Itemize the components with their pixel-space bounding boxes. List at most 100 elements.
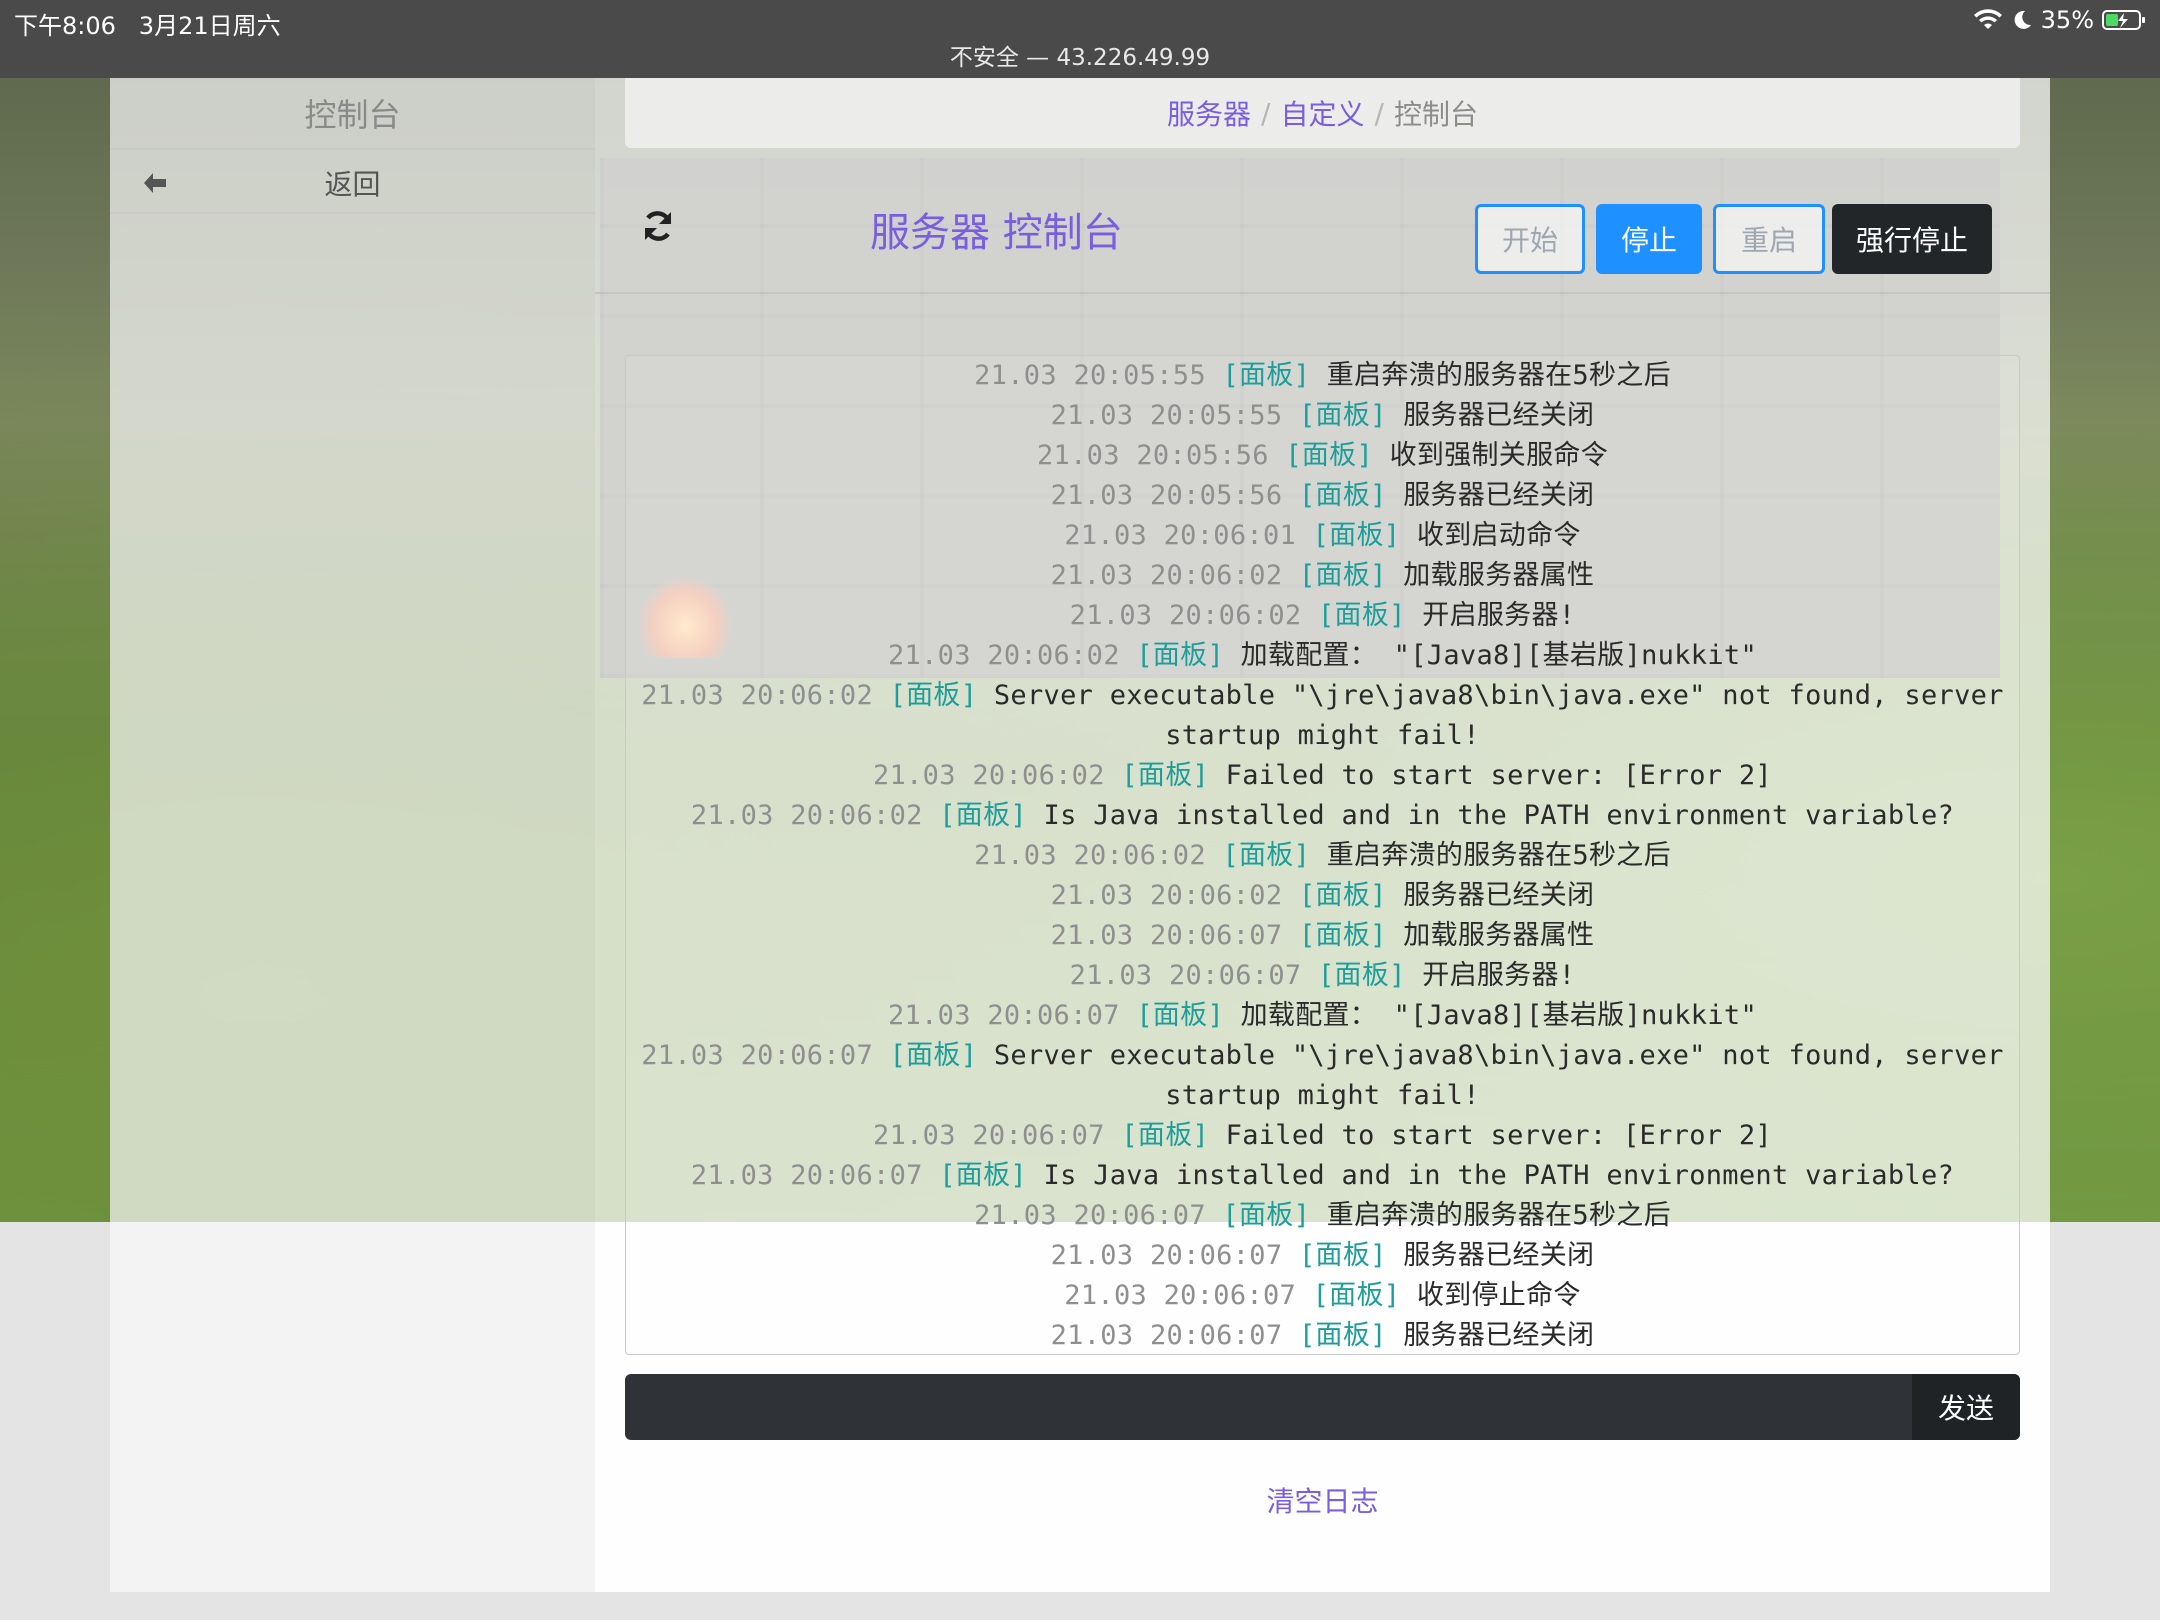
log-time: 21.03 20:06:07: [974, 1200, 1206, 1231]
sidebar-divider: [110, 212, 595, 214]
log-message: 重启奔溃的服务器在5秒之后: [1326, 1200, 1671, 1231]
log-time: 21.03 20:06:02: [641, 680, 874, 711]
log-line: 21.03 20:06:02 [面板] 加载服务器属性: [626, 556, 2019, 596]
log-time: 21.03 20:06:02: [1050, 560, 1283, 591]
log-time: 21.03 20:05:55: [974, 360, 1206, 391]
log-line: 21.03 20:06:07 [面板] 服务器已经关闭: [626, 1316, 2019, 1354]
log-tag: [面板]: [1298, 920, 1387, 951]
status-bar: 下午8:06 3月21日周六 不安全 — 43.226.49.99 35%: [0, 0, 2160, 78]
log-message: 服务器已经关闭: [1403, 1240, 1595, 1271]
log-message: Server executable "\jre\java8\bin\java.e…: [993, 680, 2004, 751]
status-indicators: 35%: [1973, 4, 2146, 36]
log-tag: [面板]: [1318, 960, 1406, 991]
sidebar-lower-area: [110, 1222, 595, 1592]
force-stop-button[interactable]: 强行停止: [1832, 204, 1992, 274]
log-message: 重启奔溃的服务器在5秒之后: [1326, 840, 1671, 871]
log-line: 21.03 20:06:02 [面板] Is Java installed an…: [626, 796, 2019, 836]
breadcrumb-current: 控制台: [1393, 98, 1478, 131]
log-line: 21.03 20:06:07 [面板] Failed to start serv…: [626, 1116, 2019, 1156]
header-divider: [595, 292, 2050, 294]
log-message: 加载配置： "[Java8][基岩版]nukkit": [1240, 1000, 1758, 1031]
breadcrumb: 服务器 / 自定义 / 控制台: [625, 78, 2020, 148]
log-line: 21.03 20:06:07 [面板] Server executable "\…: [626, 1036, 2019, 1116]
refresh-icon[interactable]: [640, 208, 676, 244]
log-time: 21.03 20:06:07: [887, 1000, 1120, 1031]
sidebar-title: 控制台: [304, 96, 401, 134]
log-message: 服务器已经关闭: [1403, 400, 1595, 431]
log-message: Server executable "\jre\java8\bin\java.e…: [993, 1040, 2004, 1111]
url-bar[interactable]: 不安全 — 43.226.49.99: [0, 38, 2160, 72]
breadcrumb-custom[interactable]: 自定义: [1280, 93, 1364, 133]
battery-percent: 35%: [2040, 6, 2094, 34]
breadcrumb-separator: /: [1374, 96, 1384, 130]
log-line: 21.03 20:06:02 [面板] Failed to start serv…: [626, 756, 2019, 796]
log-tag: [面板]: [1298, 1320, 1387, 1351]
log-message: 收到停止命令: [1416, 1280, 1581, 1311]
clear-log-link[interactable]: 清空日志: [595, 1480, 2050, 1520]
log-time: 21.03 20:05:56: [1050, 480, 1283, 511]
log-time: 21.03 20:06:07: [690, 1160, 923, 1191]
log-line: 21.03 20:06:07 [面板] 加载服务器属性: [626, 916, 2019, 956]
log-tag: [面板]: [1136, 1000, 1225, 1031]
log-time: 21.03 20:06:07: [1050, 920, 1283, 951]
log-message: 加载服务器属性: [1403, 560, 1595, 591]
sidebar-divider: [110, 148, 595, 150]
log-line: 21.03 20:06:02 [面板] 开启服务器!: [626, 596, 2019, 636]
log-line: 21.03 20:05:56 [面板] 收到强制关服命令: [626, 436, 2019, 476]
restart-button[interactable]: 重启: [1713, 204, 1825, 274]
log-message: Is Java installed and in the PATH enviro…: [1043, 1160, 1955, 1191]
log-time: 21.03 20:06:07: [873, 1120, 1105, 1151]
log-message: 开启服务器!: [1422, 960, 1576, 991]
log-time: 21.03 20:05:55: [1050, 400, 1283, 431]
log-tag: [面板]: [1298, 560, 1387, 591]
log-message: 收到强制关服命令: [1389, 440, 1609, 471]
log-line: 21.03 20:06:07 [面板] 开启服务器!: [626, 956, 2019, 996]
log-time: 21.03 20:05:56: [1036, 440, 1269, 471]
log-tag: [面板]: [1298, 1240, 1387, 1271]
log-tag: [面板]: [1121, 760, 1210, 791]
log-message: 加载服务器属性: [1403, 920, 1595, 951]
log-message: 加载配置： "[Java8][基岩版]nukkit": [1240, 640, 1758, 671]
back-button[interactable]: 返回: [110, 152, 595, 214]
status-date: 3月21日周六: [138, 12, 281, 40]
log-line: 21.03 20:06:02 [面板] 服务器已经关闭: [626, 876, 2019, 916]
log-message: 服务器已经关闭: [1403, 1320, 1595, 1351]
log-time: 21.03 20:06:02: [1050, 880, 1283, 911]
log-message: 服务器已经关闭: [1403, 880, 1595, 911]
log-line: 21.03 20:05:56 [面板] 服务器已经关闭: [626, 476, 2019, 516]
log-time: 21.03 20:06:07: [1050, 1240, 1283, 1271]
command-input[interactable]: [625, 1374, 1907, 1440]
log-line: 21.03 20:06:02 [面板] Server executable "\…: [626, 676, 2019, 756]
log-message: 收到启动命令: [1416, 520, 1581, 551]
log-line: 21.03 20:06:02 [面板] 重启奔溃的服务器在5秒之后: [626, 836, 2019, 876]
log-message: Failed to start server: [Error 2]: [1225, 760, 1772, 791]
log-tag: [面板]: [1121, 1120, 1210, 1151]
log-line: 21.03 20:06:07 [面板] Is Java installed an…: [626, 1156, 2019, 1196]
start-button[interactable]: 开始: [1475, 204, 1585, 274]
log-tag: [面板]: [1298, 480, 1387, 511]
send-button[interactable]: 发送: [1912, 1374, 2020, 1440]
console-log[interactable]: 21.03 20:05:55 [面板] 重启奔溃的服务器在5秒之后 21.03 2…: [625, 355, 2020, 1355]
log-message: 重启奔溃的服务器在5秒之后: [1326, 360, 1671, 391]
moon-icon: [2014, 10, 2031, 29]
log-line: 21.03 20:06:02 [面板] 加载配置： "[Java8][基岩版]n…: [626, 636, 2019, 676]
command-bar: 发送: [625, 1374, 2020, 1440]
log-line: 21.03 20:06:07 [面板] 加载配置： "[Java8][基岩版]n…: [626, 996, 2019, 1036]
log-message: 开启服务器!: [1422, 600, 1576, 631]
log-time: 21.03 20:06:01: [1064, 520, 1297, 551]
log-tag: [面板]: [939, 800, 1027, 831]
log-time: 21.03 20:06:02: [690, 800, 923, 831]
log-time: 21.03 20:06:02: [873, 760, 1105, 791]
log-time: 21.03 20:06:07: [641, 1040, 874, 1071]
log-time: 21.03 20:06:02: [974, 840, 1206, 871]
log-time: 21.03 20:06:07: [1069, 960, 1302, 991]
page-title: 服务器 控制台: [870, 210, 1123, 256]
log-tag: [面板]: [1136, 640, 1225, 671]
log-tag: [面板]: [1312, 520, 1401, 551]
breadcrumb-servers[interactable]: 服务器: [1167, 93, 1251, 133]
log-message: Is Java installed and in the PATH enviro…: [1043, 800, 1955, 831]
log-line: 21.03 20:06:07 [面板] 收到停止命令: [626, 1276, 2019, 1316]
log-tag: [面板]: [889, 680, 978, 711]
log-tag: [面板]: [1285, 440, 1374, 471]
stop-button[interactable]: 停止: [1596, 204, 1702, 274]
